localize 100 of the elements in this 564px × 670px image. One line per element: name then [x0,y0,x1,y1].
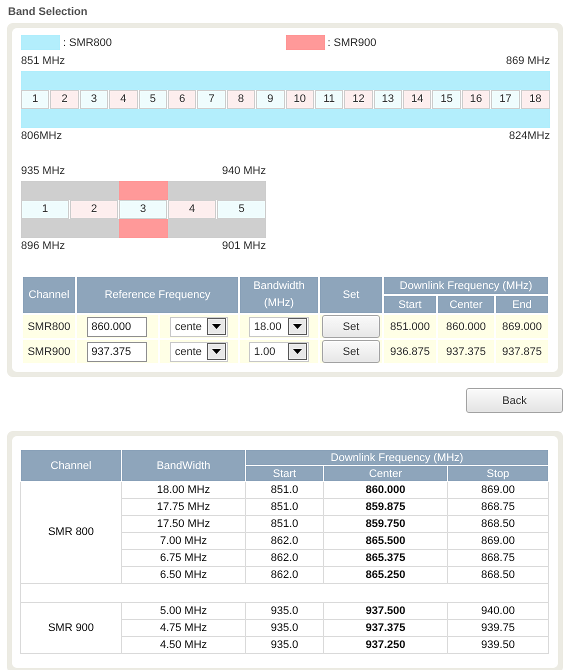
column-header: Start [246,466,324,482]
table-cell: SMR800 [28,320,70,332]
mode-dropdown[interactable]: cente [170,342,228,362]
table-cell: 868.50 [448,566,548,584]
table-cell: 865.375 [324,550,448,566]
set-button[interactable]: Set [322,315,380,338]
frequency-label: 824MHz [509,130,550,143]
column-header: Downlink Frequency (MHz) [383,276,549,295]
column-header: Bandwidth (MHz) [252,279,306,311]
table-cell: 17.50 MHz [122,516,246,532]
channel-cell[interactable]: 4 [109,90,138,109]
table-cell: 869.000 [502,320,542,332]
section-title: Band Selection [8,6,88,18]
frequency-label: 901 MHz [222,240,266,253]
table-cell: 865.250 [324,566,448,584]
table-cell: 937.375 [324,620,448,636]
frequency-input[interactable]: 937.375 [87,342,148,362]
table-cell: 851.0 [246,498,324,516]
table-cell: SMR 900 [20,602,122,654]
table-cell: 936.875 [390,346,430,358]
channel-cell[interactable]: 11 [314,90,344,109]
channel-cell[interactable]: 5 [138,90,167,109]
table-cell: 862.0 [246,566,324,584]
channel-cell[interactable]: 18 [520,90,550,109]
table-cell: 868.75 [448,550,548,566]
channel-cell[interactable]: 6 [168,90,196,109]
table-cell: 939.75 [448,620,548,636]
table-cell: 862.0 [246,532,324,550]
legend-label: : SMR800 [63,36,112,48]
back-button[interactable]: Back [466,388,563,413]
column-header: BandWidth [122,450,246,482]
column-header: Channel [20,450,122,482]
table-cell: 937.875 [502,346,542,358]
table-cell: 869.00 [448,532,548,550]
frequency-label: 869 MHz [506,55,550,68]
channel-cell[interactable]: 3 [80,90,108,109]
frequency-label: 896 MHz [21,240,66,253]
bandwidth-dropdown[interactable]: 18.00 [249,316,309,336]
table-cell: 6.75 MHz [122,550,246,566]
frequency-label: 806MHz [21,130,62,143]
table-cell: 4.50 MHz [122,636,246,654]
column-header: Stop [448,466,548,482]
table-cell: 4.75 MHz [122,620,246,636]
channel-cell[interactable]: 5 [217,200,266,219]
table-cell: SMR900 [28,346,70,358]
table-cell: 7.00 MHz [122,532,246,550]
channel-cell[interactable]: 13 [374,90,402,109]
table-cell: 935.0 [246,620,324,636]
table-cell: 935.0 [246,602,324,620]
frequency-input[interactable]: 860.000 [87,316,148,336]
channel-cell[interactable]: 14 [403,90,432,109]
table-cell: 5.00 MHz [122,602,246,620]
set-button[interactable]: Set [322,340,380,363]
channel-cell[interactable]: 17 [491,90,520,109]
channel-cell[interactable]: 10 [286,90,314,109]
column-header: End [495,295,549,314]
channel-cell[interactable]: 3 [119,200,167,219]
column-header: Reference Frequency [76,276,239,314]
table-cell: 940.00 [448,602,548,620]
bandwidth-dropdown[interactable]: 1.00 [249,342,309,362]
table-cell: SMR 800 [20,482,122,584]
table-cell: 6.50 MHz [122,566,246,584]
legend-label: : SMR900 [328,36,376,48]
table-cell: 851.0 [246,516,324,532]
channel-cell[interactable]: 15 [432,90,461,109]
table-cell: 937.500 [324,602,448,620]
table-cell: 860.000 [446,320,486,332]
table-cell: 860.000 [324,482,448,498]
table-cell: 868.50 [448,516,548,532]
column-header: Center [437,295,495,314]
table-cell: 851.000 [390,320,430,332]
table-cell: 859.750 [324,516,448,532]
frequency-label: 940 MHz [222,165,266,178]
column-header: Start [383,295,437,314]
channel-cell[interactable]: 1 [21,90,50,109]
table-cell: 935.0 [246,636,324,654]
channel-cell[interactable]: 12 [344,90,373,109]
channel-cell[interactable]: 2 [50,90,79,109]
table-cell: 939.50 [448,636,548,654]
table-cell: 865.500 [324,532,448,550]
frequency-label: 851 MHz [21,55,66,68]
channel-cell[interactable]: 7 [197,90,226,109]
table-cell: 862.0 [246,550,324,566]
channel-cell[interactable]: 16 [462,90,490,109]
table-cell: 868.75 [448,498,548,516]
column-header: Downlink Frequency (MHz) [246,450,548,466]
table-cell: 869.00 [448,482,548,498]
table-cell: 18.00 MHz [122,482,246,498]
channel-cell[interactable]: 4 [168,200,216,219]
table-cell: 17.75 MHz [122,498,246,516]
channel-cell[interactable]: 8 [226,90,256,109]
mode-dropdown[interactable]: cente [170,316,228,336]
column-header: Channel [22,276,76,314]
table-cell: 937.375 [446,346,486,358]
frequency-label: 935 MHz [21,165,66,178]
column-header: Center [324,466,448,482]
channel-cell[interactable]: 9 [256,90,285,109]
channel-cell[interactable]: 1 [21,200,69,219]
channel-cell[interactable]: 2 [70,200,118,219]
table-cell: 859.875 [324,498,448,516]
